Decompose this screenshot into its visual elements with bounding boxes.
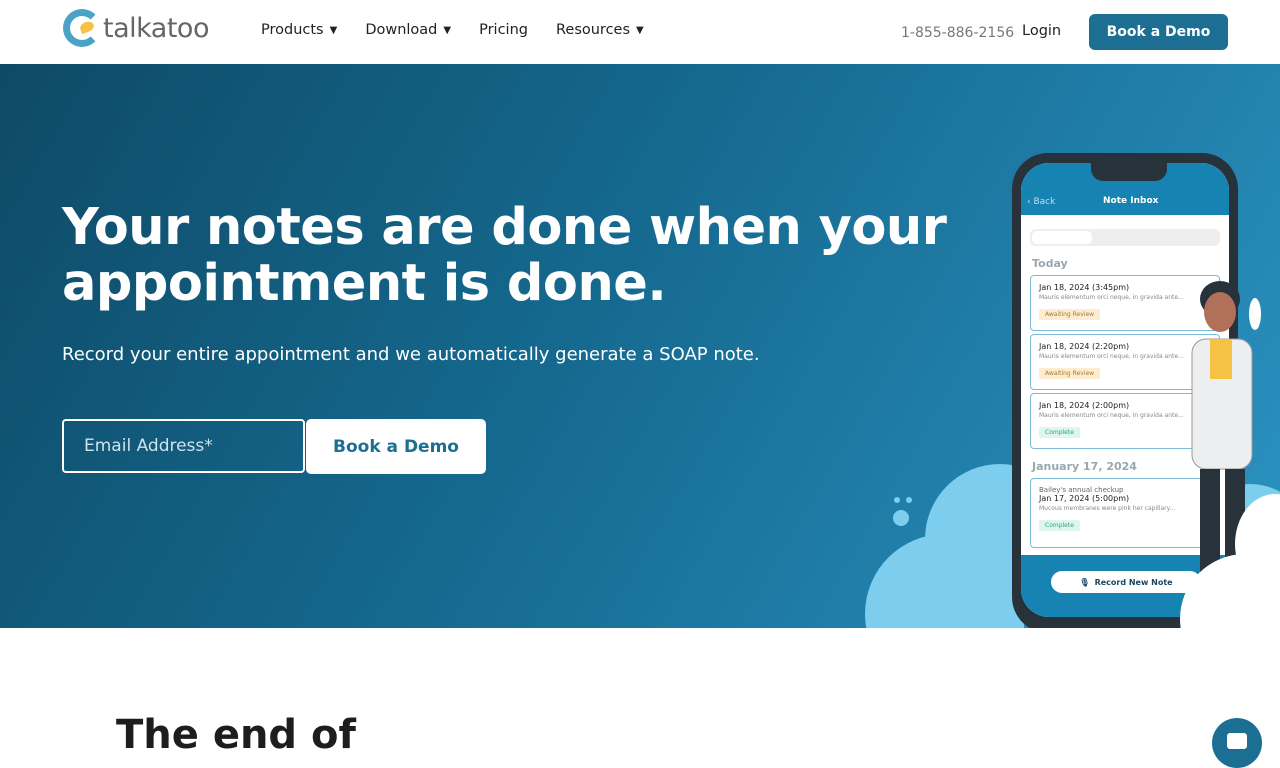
nav-pricing[interactable]: Pricing	[479, 22, 528, 38]
status-badge: Complete	[1039, 427, 1080, 438]
top-nav: talkatoo Products ▼ Download ▼ Pricing Res…	[0, 0, 1280, 64]
chevron-down-icon: ▼	[443, 24, 452, 36]
hero-section: Your notes are done when your appointmen…	[0, 64, 1280, 628]
microphone-icon: 🎙	[1079, 577, 1090, 587]
app-title: Note Inbox	[1103, 196, 1159, 206]
segmented-control	[1030, 229, 1220, 246]
record-label: Record New Note	[1094, 577, 1173, 587]
dot-decoration	[894, 497, 900, 503]
chevron-down-icon: ▼	[329, 24, 338, 36]
login-link[interactable]: Login	[1022, 23, 1061, 39]
main-menu: Products ▼ Download ▼ Pricing Resources ▼	[261, 22, 644, 38]
status-badge: Complete	[1039, 520, 1080, 531]
nav-resources[interactable]: Resources ▼	[556, 22, 644, 38]
nav-label: Resources	[555, 22, 631, 38]
back-label: Back	[1033, 197, 1056, 207]
hero-subtitle: Record your entire appointment and we au…	[62, 344, 760, 365]
nav-label: Download	[365, 22, 438, 38]
chat-widget-button[interactable]	[1212, 718, 1262, 768]
dot-decoration	[906, 497, 912, 503]
nav-book-demo-button[interactable]: Book a Demo	[1089, 14, 1228, 50]
cockatoo-logo-icon	[63, 9, 101, 47]
email-input[interactable]: Email Address*	[62, 419, 305, 473]
phone-notch	[1091, 163, 1167, 181]
app-header: ‹ Back Note Inbox	[1021, 163, 1229, 215]
logo[interactable]: talkatoo	[63, 9, 209, 47]
logo-text: talkatoo	[103, 12, 209, 44]
status-badge: Awaiting Review	[1039, 309, 1101, 320]
section-heading: The end of	[116, 712, 356, 758]
dot-decoration	[893, 510, 909, 526]
chat-icon	[1227, 733, 1247, 749]
nav-download[interactable]: Download ▼	[365, 22, 451, 38]
chevron-down-icon: ▼	[636, 24, 644, 36]
nav-products[interactable]: Products ▼	[261, 22, 337, 38]
hero-book-demo-button[interactable]: Book a Demo	[306, 419, 486, 474]
hero-title: Your notes are done when your appointmen…	[62, 198, 947, 313]
nav-label: Products	[261, 22, 324, 38]
section-today: Today	[1032, 257, 1068, 270]
nav-label: Pricing	[479, 22, 528, 38]
back-button: ‹ Back	[1027, 197, 1056, 207]
phone-number-link[interactable]: 1-855-886-2156	[901, 25, 1014, 41]
status-badge: Awaiting Review	[1039, 368, 1101, 379]
